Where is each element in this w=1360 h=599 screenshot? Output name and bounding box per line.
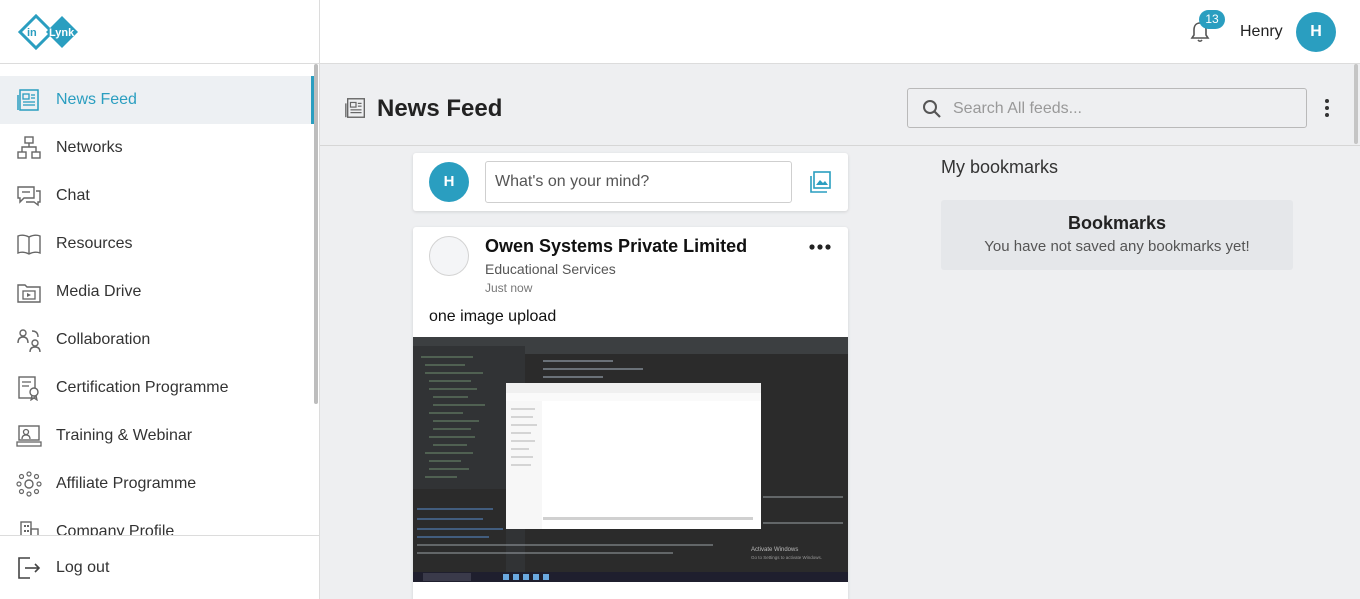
sidebar-menu: News Feed Networks Chat Resources Media … bbox=[0, 76, 314, 556]
logo-area: in Lynk bbox=[0, 0, 320, 64]
sidebar-item-label: Resources bbox=[56, 235, 133, 252]
more-options-icon[interactable] bbox=[1320, 98, 1334, 118]
feed-post: Owen Systems Private Limited Educational… bbox=[413, 227, 848, 599]
sidebar-item-label: News Feed bbox=[56, 91, 137, 108]
sidebar-item-resources[interactable]: Resources bbox=[0, 220, 314, 268]
sidebar-item-label: Certification Programme bbox=[56, 379, 229, 396]
post-image[interactable]: Activate Windows Go to Settings to activ… bbox=[413, 337, 848, 582]
sidebar-item-label: Collaboration bbox=[56, 331, 151, 348]
sidebar-item-collaboration[interactable]: Collaboration bbox=[0, 316, 314, 364]
media-folder-icon bbox=[17, 284, 41, 303]
sidebar-item-networks[interactable]: Networks bbox=[0, 124, 314, 172]
post-author-name[interactable]: Owen Systems Private Limited bbox=[485, 236, 747, 257]
page-header: News Feed bbox=[320, 64, 1360, 146]
sidebar-item-media-drive[interactable]: Media Drive bbox=[0, 268, 314, 316]
top-bar: in Lynk 13 Henry H bbox=[0, 0, 1360, 64]
image-upload-icon[interactable] bbox=[809, 171, 831, 193]
user-avatar[interactable]: H bbox=[1296, 12, 1336, 52]
sidebar-item-affiliate[interactable]: Affiliate Programme bbox=[0, 460, 314, 508]
ide-screenshot-image: Activate Windows Go to Settings to activ… bbox=[413, 337, 848, 582]
collaboration-icon bbox=[17, 329, 41, 353]
search-icon bbox=[923, 100, 941, 118]
book-icon bbox=[17, 234, 41, 255]
search-input[interactable] bbox=[953, 97, 1293, 121]
composer-input[interactable]: What's on your mind? bbox=[485, 161, 792, 203]
webinar-icon bbox=[16, 425, 42, 447]
composer-avatar: H bbox=[429, 162, 469, 202]
sidebar-item-training[interactable]: Training & Webinar bbox=[0, 412, 314, 460]
post-author-category: Educational Services bbox=[485, 261, 616, 277]
bookmarks-empty-message: You have not saved any bookmarks yet! bbox=[984, 238, 1250, 255]
logo-text-lynk: Lynk bbox=[49, 27, 75, 39]
sidebar-item-label: Affiliate Programme bbox=[56, 475, 197, 492]
sidebar-item-label: Networks bbox=[56, 139, 123, 156]
inlynk-logo[interactable]: in Lynk bbox=[16, 12, 86, 52]
notification-badge[interactable]: 13 bbox=[1199, 10, 1225, 29]
post-author-avatar[interactable] bbox=[429, 236, 469, 276]
logout-icon bbox=[18, 556, 41, 579]
sidebar-item-label: Media Drive bbox=[56, 283, 142, 300]
logout-button[interactable]: Log out bbox=[0, 535, 319, 599]
post-options-icon[interactable] bbox=[809, 243, 831, 251]
page-title: News Feed bbox=[377, 95, 503, 122]
certificate-icon bbox=[18, 376, 39, 401]
post-timestamp: Just now bbox=[485, 281, 533, 295]
chat-icon bbox=[17, 186, 41, 207]
post-text: one image upload bbox=[429, 308, 557, 325]
logout-label: Log out bbox=[56, 558, 110, 576]
sidebar-item-label: Training & Webinar bbox=[56, 427, 193, 444]
main-scrollbar[interactable] bbox=[1354, 64, 1358, 144]
sidebar-item-chat[interactable]: Chat bbox=[0, 172, 314, 220]
sidebar-item-news-feed[interactable]: News Feed bbox=[0, 76, 314, 124]
logo-text-in: in bbox=[27, 27, 37, 39]
newspaper-icon bbox=[345, 98, 365, 118]
search-box[interactable] bbox=[907, 88, 1307, 128]
user-name[interactable]: Henry bbox=[1240, 23, 1283, 41]
bookmarks-title: Bookmarks bbox=[1067, 213, 1167, 233]
sidebar-item-certification[interactable]: Certification Programme bbox=[0, 364, 314, 412]
activate-windows-title: Activate Windows bbox=[751, 547, 798, 553]
sidebar-item-label: Chat bbox=[56, 187, 90, 204]
bookmarks-heading: My bookmarks bbox=[941, 157, 1059, 177]
sidebar-scrollbar[interactable] bbox=[314, 64, 318, 404]
network-icon bbox=[17, 136, 41, 159]
sidebar: News Feed Networks Chat Resources Media … bbox=[0, 64, 320, 599]
activate-windows-sub: Go to Settings to activate Windows. bbox=[751, 555, 822, 560]
affiliate-icon bbox=[16, 471, 42, 497]
newspaper-icon bbox=[17, 89, 39, 111]
post-composer: H What's on your mind? bbox=[413, 153, 848, 211]
bookmarks-card: Bookmarks You have not saved any bookmar… bbox=[941, 200, 1293, 270]
